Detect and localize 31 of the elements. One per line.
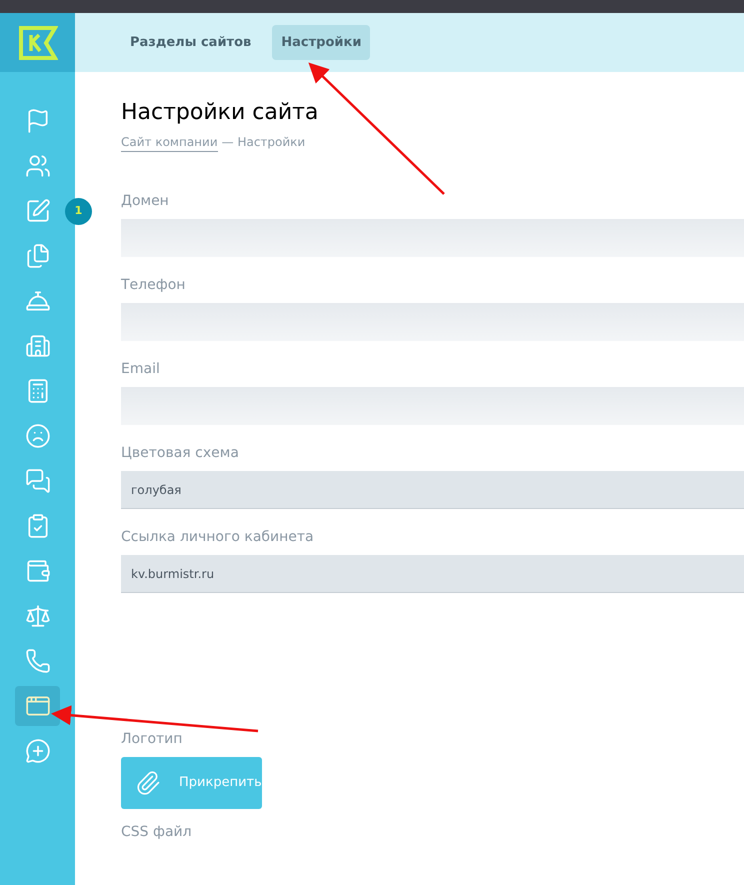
building-icon	[24, 333, 50, 359]
field-label: Ссылка личного кабинета	[121, 528, 315, 546]
sidebar-item[interactable]	[15, 686, 60, 726]
documents-icon	[24, 243, 50, 269]
input-field[interactable]	[121, 303, 744, 341]
chat-icon	[24, 468, 50, 494]
input-field[interactable]	[121, 219, 744, 257]
scales-icon	[24, 603, 50, 629]
breadcrumb-link[interactable]: Сайт компании	[121, 133, 218, 152]
edit-icon	[24, 198, 50, 224]
field-label: Домен	[121, 192, 170, 210]
nav-tab[interactable]: Настройки	[272, 25, 370, 60]
phone-icon	[24, 648, 50, 674]
field-label: Логотип	[121, 730, 184, 748]
field-label: Email	[121, 360, 161, 378]
chat-plus-icon	[24, 738, 50, 764]
logo-icon	[18, 24, 58, 60]
field-label: Телефон	[121, 276, 186, 294]
breadcrumb-current: — Настройки	[222, 134, 306, 151]
notification-badge: 1	[65, 198, 92, 225]
sad-face-icon	[24, 423, 50, 449]
select-field[interactable]: kv.burmistr.ru	[121, 555, 744, 593]
field-label: CSS файл	[121, 823, 193, 841]
field-label: Цветовая схема	[121, 444, 240, 462]
paperclip-icon	[135, 770, 161, 796]
input-field[interactable]	[121, 387, 744, 425]
people-icon	[24, 153, 50, 179]
page-title: Настройки сайта	[121, 99, 320, 127]
wallet-icon	[24, 558, 50, 584]
nav-tab[interactable]: Разделы сайтов	[121, 25, 260, 60]
select-field[interactable]: голубая	[121, 471, 744, 509]
